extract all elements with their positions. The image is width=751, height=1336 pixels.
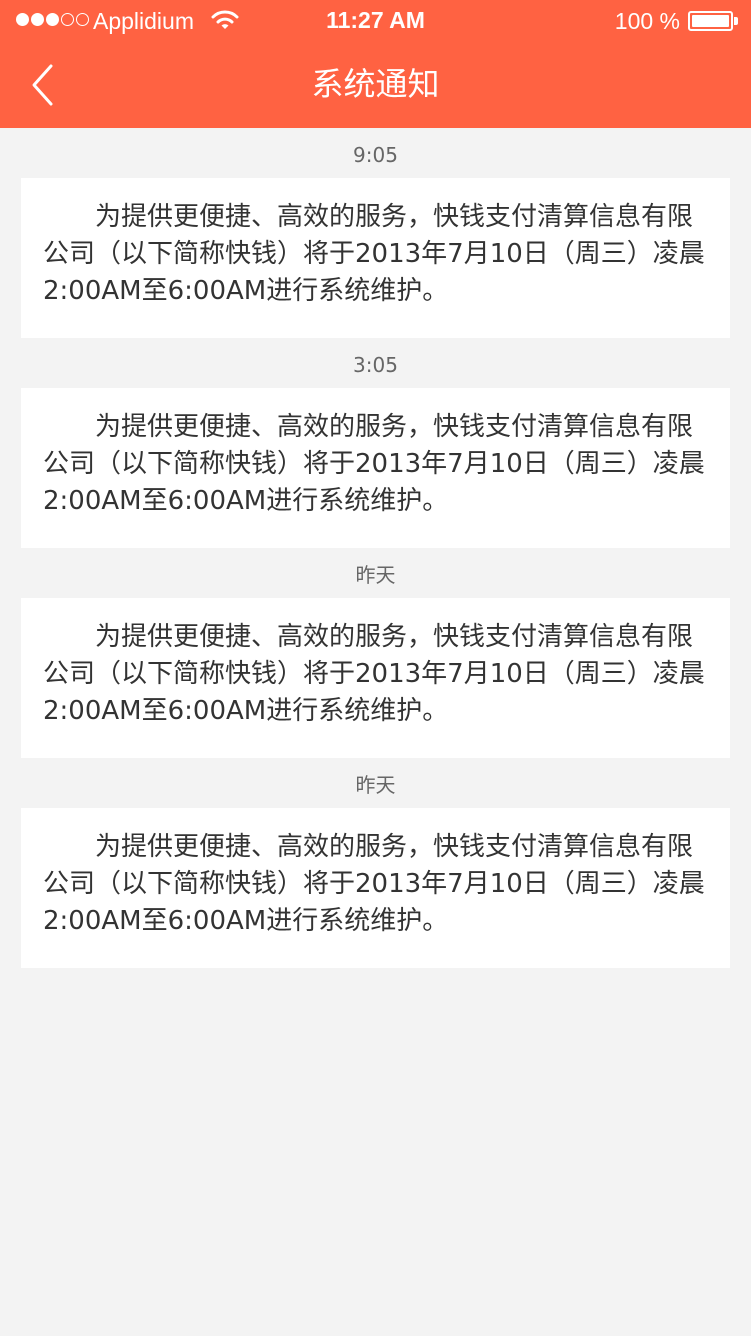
app-header: Applidium 11:27 AM 100 % 系统通知 [0, 0, 751, 128]
notification-message: 为提供更便捷、高效的服务，快钱支付清算信息有限公司（以下简称快钱）将于2013年… [43, 832, 705, 936]
notification-time: 昨天 [355, 773, 396, 797]
notification-time: 9:05 [353, 143, 398, 167]
notification-list: 9:05 为提供更便捷、高效的服务，快钱支付清算信息有限公司（以下简称快钱）将于… [0, 128, 751, 968]
notification-message: 为提供更便捷、高效的服务，快钱支付清算信息有限公司（以下简称快钱）将于2013年… [43, 622, 705, 726]
status-bar: Applidium 11:27 AM 100 % [0, 0, 751, 40]
notification-card[interactable]: 为提供更便捷、高效的服务，快钱支付清算信息有限公司（以下简称快钱）将于2013年… [21, 598, 730, 758]
notification-message: 为提供更便捷、高效的服务，快钱支付清算信息有限公司（以下简称快钱）将于2013年… [43, 202, 705, 306]
page-title: 系统通知 [311, 65, 440, 103]
notification-time: 昨天 [355, 563, 396, 587]
notification-message: 为提供更便捷、高效的服务，快钱支付清算信息有限公司（以下简称快钱）将于2013年… [43, 412, 705, 516]
notification-time: 3:05 [353, 353, 398, 377]
notification-card[interactable]: 为提供更便捷、高效的服务，快钱支付清算信息有限公司（以下简称快钱）将于2013年… [21, 388, 730, 548]
notification-card[interactable]: 为提供更便捷、高效的服务，快钱支付清算信息有限公司（以下简称快钱）将于2013年… [21, 808, 730, 968]
notification-card[interactable]: 为提供更便捷、高效的服务，快钱支付清算信息有限公司（以下简称快钱）将于2013年… [21, 178, 730, 338]
battery-icon [688, 11, 738, 31]
battery-percentage: 100 % [614, 8, 680, 34]
